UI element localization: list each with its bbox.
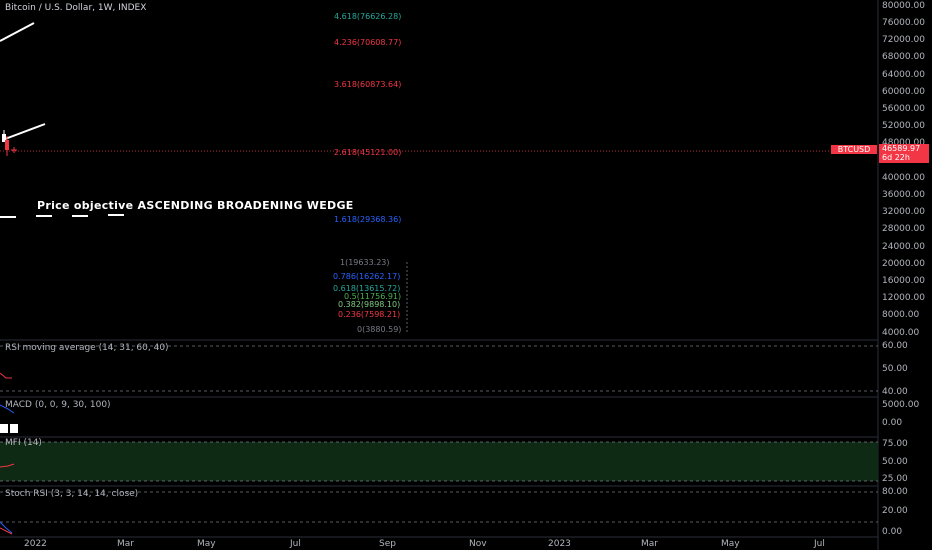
macd-axis-label: 0.00 bbox=[882, 418, 903, 428]
fib-level-4618: 4.618(76626.28) bbox=[334, 12, 402, 21]
wedge-lower-trendline bbox=[4, 123, 46, 140]
time-axis-label: May bbox=[721, 539, 740, 549]
rsi-axis-label: 60.00 bbox=[882, 341, 908, 351]
price-axis-label: 60000.00 bbox=[882, 87, 925, 97]
time-axis-label: Sep bbox=[379, 539, 396, 549]
rsi-axis-label: 50.00 bbox=[882, 364, 908, 374]
macd-pane-title[interactable]: MACD (0, 0, 9, 30, 100) bbox=[5, 400, 111, 410]
price-axis-label: 72000.00 bbox=[882, 35, 925, 45]
rsi-axis-label: 40.00 bbox=[882, 387, 908, 397]
stoch-axis-label: 0.00 bbox=[882, 527, 903, 537]
price-axis-label: 52000.00 bbox=[882, 121, 925, 131]
fib-level-3618: 3.618(60873.64) bbox=[334, 80, 402, 89]
fib-level-1: 1(19633.23) bbox=[340, 258, 390, 267]
price-axis-label: 16000.00 bbox=[882, 276, 925, 286]
time-axis-label: May bbox=[197, 539, 216, 549]
price-axis-label: 8000.00 bbox=[882, 310, 920, 320]
price-axis-label: 40000.00 bbox=[882, 173, 925, 183]
price-axis-label: 64000.00 bbox=[882, 70, 925, 80]
stoch-rsi-pane-title[interactable]: Stoch RSI (3, 3, 14, 14, close) bbox=[5, 489, 138, 499]
fib-level-1618: 1.618(29368.36) bbox=[334, 215, 402, 224]
time-axis-label: Jul bbox=[814, 539, 825, 549]
bar-countdown: 6d 22h bbox=[882, 153, 910, 162]
fib-level-4236: 4.236(70608.77) bbox=[334, 38, 402, 47]
fib-level-0: 0(3880.59) bbox=[357, 325, 402, 334]
macd-histogram-bar bbox=[10, 424, 18, 433]
rsi-pane-title[interactable]: RSI moving average (14, 31, 60, 40) bbox=[5, 343, 169, 353]
ticker-symbol-badge: BTCUSD bbox=[831, 145, 877, 154]
price-axis-label: 24000.00 bbox=[882, 242, 925, 252]
chart-canvas bbox=[0, 0, 879, 550]
price-axis-label: 20000.00 bbox=[882, 259, 925, 269]
time-axis-label: Nov bbox=[469, 539, 487, 549]
stoch-axis-label: 80.00 bbox=[882, 487, 908, 497]
time-axis-label: Mar bbox=[641, 539, 658, 549]
price-axis-label: 80000.00 bbox=[882, 1, 925, 11]
rsi-line bbox=[0, 372, 12, 379]
price-axis-label: 36000.00 bbox=[882, 190, 925, 200]
macd-axis-label: 5000.00 bbox=[882, 400, 920, 410]
current-price: 46589.97 bbox=[882, 144, 921, 153]
mfi-axis-label: 75.00 bbox=[882, 439, 908, 449]
price-axis-label: 28000.00 bbox=[882, 224, 925, 234]
chart-title: Bitcoin / U.S. Dollar, 1W, INDEX bbox=[5, 3, 147, 13]
wedge-upper-trendline bbox=[0, 22, 35, 42]
price-axis-label: 32000.00 bbox=[882, 207, 925, 217]
mfi-pane-title[interactable]: MFI (14) bbox=[5, 438, 42, 448]
time-axis-label: 2022 bbox=[24, 539, 47, 549]
time-axis-label: Jul bbox=[290, 539, 301, 549]
price-axis-label: 56000.00 bbox=[882, 104, 925, 114]
time-axis-label: 2023 bbox=[548, 539, 571, 549]
price-axis-label: 68000.00 bbox=[882, 52, 925, 62]
mfi-band-fill bbox=[0, 442, 878, 481]
fib-level-2618: 2.618(45121.00) bbox=[334, 148, 402, 157]
mfi-axis-label: 50.00 bbox=[882, 457, 908, 467]
wedge-annotation: Price objective ASCENDING BROADENING WED… bbox=[37, 199, 354, 212]
fib-level-0236: 0.236(7598.21) bbox=[338, 310, 401, 319]
macd-histogram-bar bbox=[0, 424, 8, 433]
current-price-badge: 46589.97 6d 22h bbox=[879, 144, 929, 163]
price-axis-label: 4000.00 bbox=[882, 328, 920, 338]
fib-level-0382: 0.382(9898.10) bbox=[338, 300, 401, 309]
stoch-axis-label: 20.00 bbox=[882, 506, 908, 516]
price-axis-label: 12000.00 bbox=[882, 293, 925, 303]
fib-level-0786: 0.786(16262.17) bbox=[333, 272, 401, 281]
mfi-axis-label: 25.00 bbox=[882, 474, 908, 484]
price-axis-label: 76000.00 bbox=[882, 18, 925, 28]
time-axis-label: Mar bbox=[117, 539, 134, 549]
